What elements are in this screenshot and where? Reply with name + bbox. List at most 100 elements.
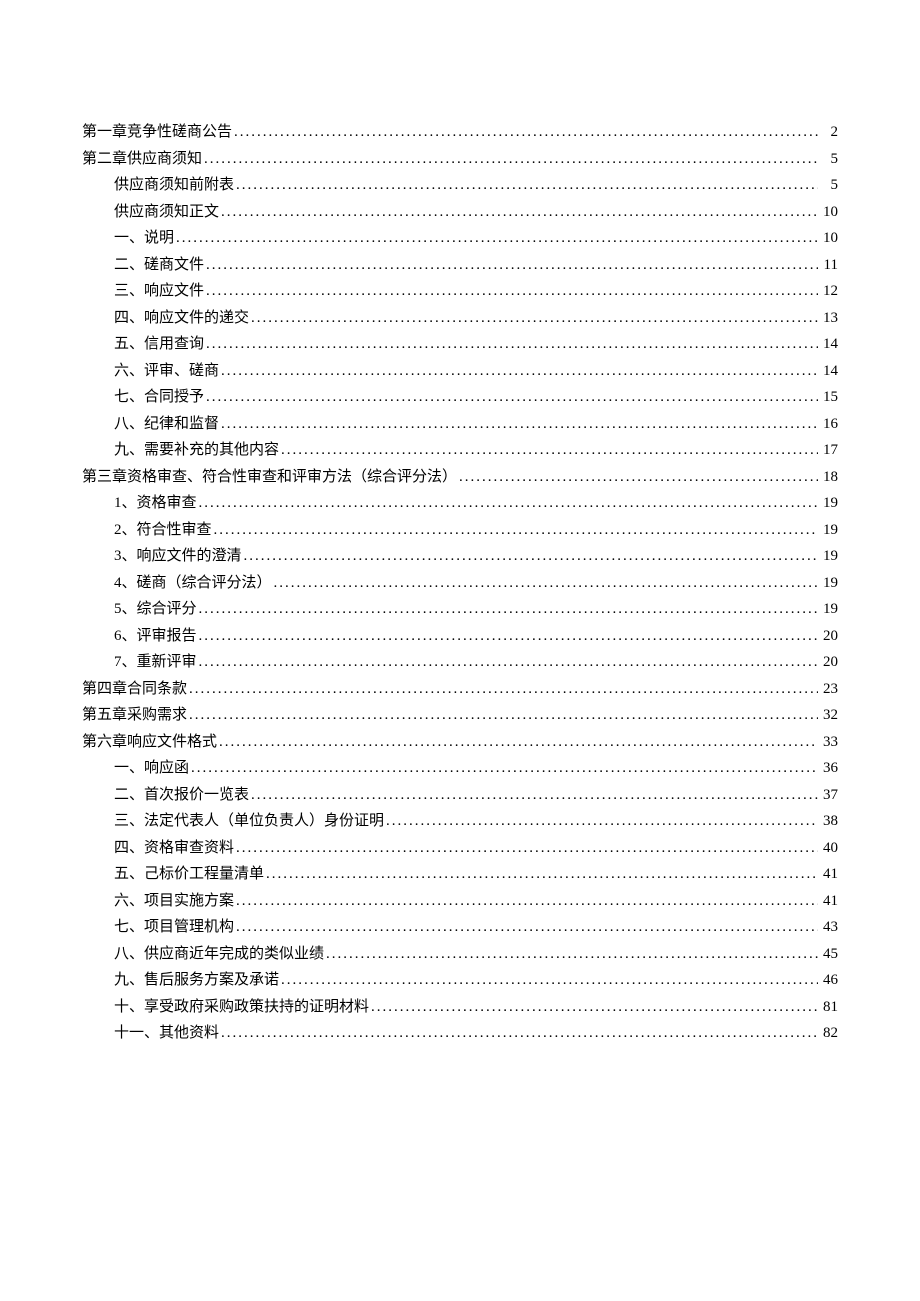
- toc-page-number: 2: [820, 122, 838, 143]
- toc-title: 三、法定代表人（单位负责人）身份证明: [114, 811, 384, 832]
- toc-page-number: 20: [820, 652, 838, 673]
- toc-title: 十一、其他资料: [114, 1023, 219, 1044]
- toc-entry[interactable]: 十、享受政府采购政策扶持的证明材料 81: [114, 997, 838, 1018]
- toc-entry[interactable]: 供应商须知前附表5: [114, 175, 838, 196]
- toc-page-number: 41: [820, 891, 838, 912]
- toc-entry[interactable]: 五、己标价工程量清单 41: [114, 864, 838, 885]
- toc-page-number: 36: [820, 758, 838, 779]
- toc-entry[interactable]: 3、响应文件的澄清19: [114, 546, 838, 567]
- toc-leader-dots: [206, 387, 818, 408]
- toc-title: 二、首次报价一览表: [114, 785, 249, 806]
- toc-title: 1、资格审查: [114, 493, 197, 514]
- toc-leader-dots: [371, 997, 818, 1018]
- toc-entry[interactable]: 一、响应函36: [114, 758, 838, 779]
- toc-page-number: 14: [820, 334, 838, 355]
- toc-entry[interactable]: 九、需要补充的其他内容17: [114, 440, 838, 461]
- toc-leader-dots: [274, 573, 818, 594]
- toc-title: 七、项目管理机构: [114, 917, 234, 938]
- toc-entry[interactable]: 八、供应商近年完成的类似业绩45: [114, 944, 838, 965]
- toc-entry[interactable]: 第三章资格审查、符合性审查和评审方法（综合评分法） 18: [82, 467, 838, 488]
- toc-title: 六、项目实施方案: [114, 891, 234, 912]
- toc-entry[interactable]: 5、综合评分19: [114, 599, 838, 620]
- toc-entry[interactable]: 四、资格审查资料40: [114, 838, 838, 859]
- toc-entry[interactable]: 二、首次报价一览表37: [114, 785, 838, 806]
- toc-page-number: 45: [820, 944, 838, 965]
- toc-entry[interactable]: 七、项目管理机构43: [114, 917, 838, 938]
- toc-entry[interactable]: 2、符合性审查19: [114, 520, 838, 541]
- toc-page-number: 82: [820, 1023, 838, 1044]
- toc-leader-dots: [251, 308, 818, 329]
- toc-entry[interactable]: 四、响应文件的递交13: [114, 308, 838, 329]
- toc-page-number: 81: [820, 997, 838, 1018]
- toc-entry[interactable]: 第四章合同条款23: [82, 679, 838, 700]
- toc-title: 五、己标价工程量清单: [114, 864, 264, 885]
- toc-entry[interactable]: 六、评审、磋商14: [114, 361, 838, 382]
- toc-page-number: 46: [820, 970, 838, 991]
- toc-leader-dots: [236, 175, 818, 196]
- toc-title: 5、综合评分: [114, 599, 197, 620]
- toc-page-number: 16: [820, 414, 838, 435]
- toc-entry[interactable]: 八、纪律和监督 16: [114, 414, 838, 435]
- toc-title: 八、纪律和监督: [114, 414, 219, 435]
- toc-page-number: 32: [820, 705, 838, 726]
- toc-title: 供应商须知正文: [114, 202, 219, 223]
- toc-title: 四、响应文件的递交: [114, 308, 249, 329]
- toc-page-number: 19: [820, 493, 838, 514]
- toc-page-number: 18: [820, 467, 838, 488]
- toc-entry[interactable]: 第二章供应商须知5: [82, 149, 838, 170]
- toc-entry[interactable]: 第一章竞争性磋商公告 2: [82, 122, 838, 143]
- toc-title: 六、评审、磋商: [114, 361, 219, 382]
- toc-title: 4、磋商（综合评分法）: [114, 573, 272, 594]
- toc-entry[interactable]: 供应商须知正文10: [114, 202, 838, 223]
- toc-page-number: 38: [820, 811, 838, 832]
- toc-leader-dots: [326, 944, 818, 965]
- toc-entry[interactable]: 十一、其他资料 82: [114, 1023, 838, 1044]
- toc-page-number: 20: [820, 626, 838, 647]
- toc-leader-dots: [221, 361, 818, 382]
- toc-title: 第六章响应文件格式: [82, 732, 217, 753]
- toc-entry[interactable]: 7、重新评审 20: [114, 652, 838, 673]
- toc-leader-dots: [236, 891, 818, 912]
- toc-entry[interactable]: 第六章响应文件格式33: [82, 732, 838, 753]
- toc-title: 二、磋商文件: [114, 255, 204, 276]
- toc-entry[interactable]: 七、合同授予15: [114, 387, 838, 408]
- toc-page-number: 5: [820, 175, 838, 196]
- toc-leader-dots: [219, 732, 818, 753]
- toc-page-number: 17: [820, 440, 838, 461]
- toc-page-number: 40: [820, 838, 838, 859]
- toc-leader-dots: [281, 970, 818, 991]
- toc-title: 第一章竞争性磋商公告: [82, 122, 232, 143]
- toc-title: 7、重新评审: [114, 652, 197, 673]
- toc-title: 十、享受政府采购政策扶持的证明材料: [114, 997, 369, 1018]
- toc-title: 五、信用查询: [114, 334, 204, 355]
- toc-leader-dots: [206, 334, 818, 355]
- toc-leader-dots: [221, 202, 818, 223]
- toc-entry[interactable]: 一、说明10: [114, 228, 838, 249]
- toc-page-number: 12: [820, 281, 838, 302]
- toc-leader-dots: [206, 281, 818, 302]
- toc-title: 6、评审报告: [114, 626, 197, 647]
- toc-title: 3、响应文件的澄清: [114, 546, 242, 567]
- toc-leader-dots: [234, 122, 818, 143]
- toc-title: 七、合同授予: [114, 387, 204, 408]
- toc-leader-dots: [191, 758, 818, 779]
- toc-entry[interactable]: 4、磋商（综合评分法）19: [114, 573, 838, 594]
- toc-leader-dots: [199, 493, 818, 514]
- toc-entry[interactable]: 6、评审报告 20: [114, 626, 838, 647]
- toc-entry[interactable]: 六、项目实施方案 41: [114, 891, 838, 912]
- toc-entry[interactable]: 第五章采购需求32: [82, 705, 838, 726]
- toc-entry[interactable]: 五、信用查询 14: [114, 334, 838, 355]
- toc-entry[interactable]: 1、资格审查 19: [114, 493, 838, 514]
- toc-entry[interactable]: 二、磋商文件11: [114, 255, 838, 276]
- toc-leader-dots: [176, 228, 818, 249]
- toc-page-number: 41: [820, 864, 838, 885]
- toc-entry[interactable]: 三、响应文件12: [114, 281, 838, 302]
- toc-page-number: 23: [820, 679, 838, 700]
- table-of-contents: 第一章竞争性磋商公告 2 第二章供应商须知5 供应商须知前附表5 供应商须知正文10 一、…: [82, 122, 838, 1044]
- toc-entry[interactable]: 三、法定代表人（单位负责人）身份证明 38: [114, 811, 838, 832]
- toc-leader-dots: [221, 414, 818, 435]
- toc-leader-dots: [206, 255, 818, 276]
- toc-entry[interactable]: 九、售后服务方案及承诺46: [114, 970, 838, 991]
- toc-title: 2、符合性审查: [114, 520, 212, 541]
- toc-title: 第三章资格审查、符合性审查和评审方法（综合评分法）: [82, 467, 457, 488]
